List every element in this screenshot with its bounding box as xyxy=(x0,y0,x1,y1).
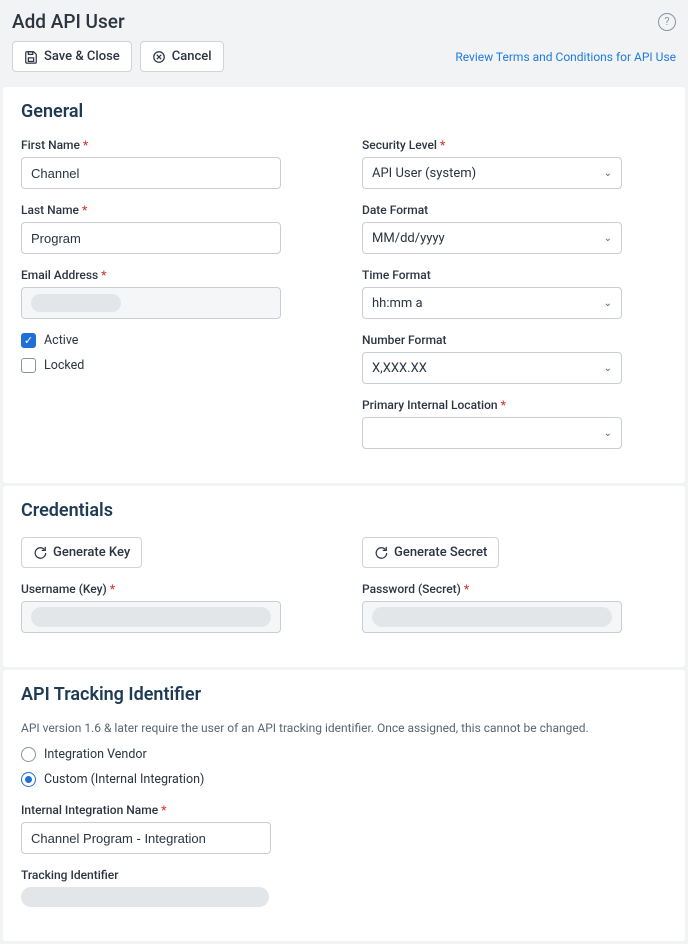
date-format-label: Date Format xyxy=(362,203,667,217)
chevron-down-icon: ⌄ xyxy=(604,298,612,309)
last-name-input[interactable] xyxy=(21,222,281,254)
section-title-tracking: API Tracking Identifier xyxy=(21,684,667,705)
chevron-down-icon: ⌄ xyxy=(604,233,612,244)
number-format-select[interactable]: X,XXX.XX ⌄ xyxy=(362,352,622,384)
custom-radio[interactable] xyxy=(21,772,36,787)
locked-checkbox[interactable] xyxy=(21,358,36,373)
save-icon xyxy=(24,50,38,64)
chevron-down-icon: ⌄ xyxy=(604,363,612,374)
username-key-input[interactable] xyxy=(21,601,281,633)
email-label: Email Address xyxy=(21,268,326,282)
number-format-value: X,XXX.XX xyxy=(372,361,427,376)
chevron-down-icon: ⌄ xyxy=(604,428,612,439)
last-name-label: Last Name xyxy=(21,203,326,217)
generate-key-label: Generate Key xyxy=(53,545,130,560)
active-checkbox[interactable]: ✓ xyxy=(21,333,36,348)
section-title-credentials: Credentials xyxy=(21,500,667,521)
section-title-general: General xyxy=(21,101,667,122)
tracking-description: API version 1.6 & later require the user… xyxy=(21,721,667,735)
save-close-label: Save & Close xyxy=(44,49,120,64)
generate-secret-label: Generate Secret xyxy=(394,545,487,560)
tracking-id-redacted-placeholder xyxy=(21,887,269,907)
password-secret-label: Password (Secret) xyxy=(362,582,667,596)
primary-location-label: Primary Internal Location xyxy=(362,398,667,412)
tracking-id-label: Tracking Identifier xyxy=(21,868,667,882)
internal-name-input[interactable] xyxy=(21,822,271,854)
date-format-value: MM/dd/yyyy xyxy=(372,231,445,246)
refresh-icon xyxy=(33,546,47,560)
cancel-label: Cancel xyxy=(172,49,212,64)
page-title: Add API User xyxy=(12,10,125,33)
save-close-button[interactable]: Save & Close xyxy=(12,41,132,72)
active-label: Active xyxy=(44,333,78,348)
generate-key-button[interactable]: Generate Key xyxy=(21,537,142,568)
time-format-value: hh:mm a xyxy=(372,296,423,311)
cancel-button[interactable]: Cancel xyxy=(140,41,224,72)
internal-name-label: Internal Integration Name xyxy=(21,803,667,817)
first-name-input[interactable] xyxy=(21,157,281,189)
security-level-label: Security Level xyxy=(362,138,667,152)
password-redacted-placeholder xyxy=(372,607,612,627)
security-level-value: API User (system) xyxy=(372,166,476,181)
refresh-icon xyxy=(374,546,388,560)
password-secret-input[interactable] xyxy=(362,601,622,633)
vendor-radio-label: Integration Vendor xyxy=(44,747,147,762)
help-icon[interactable]: ? xyxy=(658,13,676,31)
cancel-icon xyxy=(152,50,166,64)
number-format-label: Number Format xyxy=(362,333,667,347)
time-format-label: Time Format xyxy=(362,268,667,282)
terms-link[interactable]: Review Terms and Conditions for API Use xyxy=(455,50,676,64)
general-section: General First Name Last Name Email Addre… xyxy=(3,87,685,483)
email-input[interactable] xyxy=(21,287,281,319)
date-format-select[interactable]: MM/dd/yyyy ⌄ xyxy=(362,222,622,254)
custom-radio-label: Custom (Internal Integration) xyxy=(44,772,204,787)
credentials-section: Credentials Generate Key Generate Secret… xyxy=(3,486,685,667)
username-redacted-placeholder xyxy=(31,607,271,627)
security-level-select[interactable]: API User (system) ⌄ xyxy=(362,157,622,189)
first-name-label: First Name xyxy=(21,138,326,152)
chevron-down-icon: ⌄ xyxy=(604,168,612,179)
locked-label: Locked xyxy=(44,358,84,373)
username-key-label: Username (Key) xyxy=(21,582,326,596)
email-redacted-placeholder xyxy=(31,294,121,312)
generate-secret-button[interactable]: Generate Secret xyxy=(362,537,499,568)
tracking-section: API Tracking Identifier API version 1.6 … xyxy=(3,670,685,941)
time-format-select[interactable]: hh:mm a ⌄ xyxy=(362,287,622,319)
vendor-radio[interactable] xyxy=(21,747,36,762)
primary-location-select[interactable]: ⌄ xyxy=(362,417,622,449)
